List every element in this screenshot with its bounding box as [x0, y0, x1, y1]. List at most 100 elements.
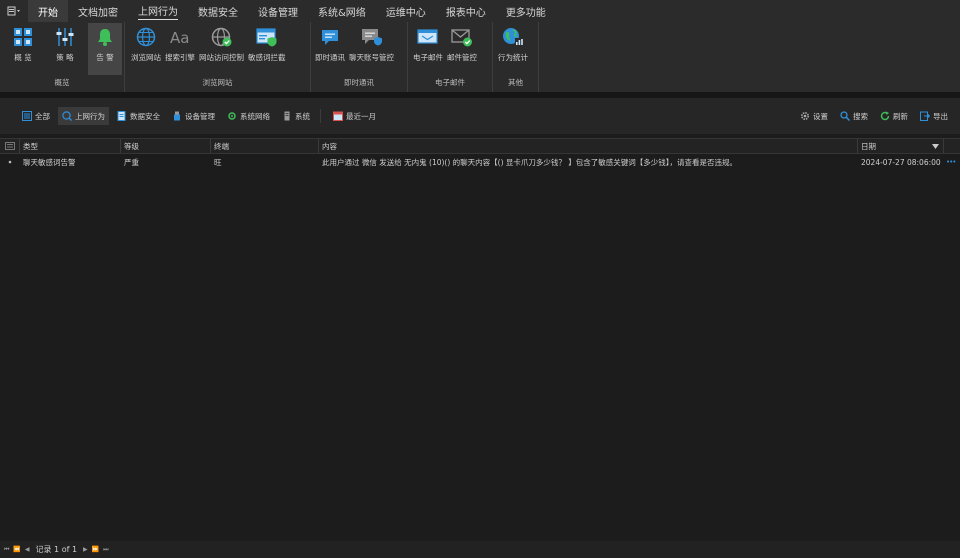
app-menu-button[interactable]: [0, 0, 28, 22]
globe-icon: [136, 27, 156, 47]
column-header-level[interactable]: 等级: [121, 139, 211, 153]
tab-data-security[interactable]: 数据安全: [188, 0, 248, 22]
tab-report-center[interactable]: 报表中心: [436, 0, 496, 22]
alert-button[interactable]: 告 警: [88, 23, 122, 75]
ribbon-group-other: 行为统计 其他: [493, 22, 539, 92]
gear-icon: [800, 111, 810, 121]
group-label-other: 其他: [508, 78, 523, 87]
pager: ⏮ ⏪ ◀ 记录 1 of 1 ▶ ⏩ ⏭: [0, 541, 960, 558]
font-aa-icon: Aa: [170, 29, 189, 47]
behavior-stats-button[interactable]: 行为统计: [496, 23, 530, 75]
tab-more-features[interactable]: 更多功能: [496, 0, 556, 22]
ribbon-group-im: 即时通讯 聊天账号管控 即时通讯: [311, 22, 408, 92]
filter-system-network-label: 系统网络: [240, 111, 270, 121]
filter-data-security-button[interactable]: 数据安全: [113, 107, 164, 125]
group-label-email: 电子邮件: [435, 78, 465, 87]
refresh-button[interactable]: 刷新: [876, 107, 912, 125]
time-range-button[interactable]: 最近一月: [329, 107, 380, 125]
menu-bar: 开始 文档加密 上网行为 数据安全 设备管理 系统&网络 运维中心 报表中心 更…: [0, 0, 960, 22]
row-bullet: [0, 154, 20, 170]
tab-web-behavior[interactable]: 上网行为: [128, 0, 188, 22]
prev-page-icon[interactable]: ◀: [25, 546, 30, 553]
search-button[interactable]: 搜索: [836, 107, 872, 125]
instant-messaging-button[interactable]: 即时通讯: [313, 23, 347, 75]
cell-type: 聊天敏感词告警: [23, 157, 76, 167]
time-range-label: 最近一月: [346, 111, 376, 121]
grid-icon: [14, 28, 32, 46]
column-header-content[interactable]: 内容: [319, 139, 858, 153]
sensitive-word-block-button[interactable]: 敏感词拦截: [246, 23, 288, 75]
globe-check-icon: [211, 27, 231, 47]
mail-control-button[interactable]: 邮件管控: [445, 23, 479, 75]
alert-grid: 类型 等级 终端 内容 日期 聊天敏感词告警 严重 旺 此用户通过 微信 发送给…: [0, 138, 960, 538]
group-label-im: 即时通讯: [344, 78, 374, 87]
prev-page-group-icon[interactable]: ⏪: [13, 546, 20, 553]
select-all-icon: [4, 142, 15, 150]
column-header-extra: [944, 139, 960, 153]
cell-terminal: 旺: [214, 157, 222, 167]
chat-account-control-button[interactable]: 聊天账号管控: [347, 23, 396, 75]
search-engine-button[interactable]: Aa 搜索引擎: [163, 23, 197, 75]
row-more-button[interactable]: •••: [944, 154, 960, 170]
first-page-icon[interactable]: ⏮: [4, 546, 9, 554]
tab-doc-encrypt[interactable]: 文档加密: [68, 0, 128, 22]
list-icon: [22, 111, 32, 121]
server-icon: [284, 111, 290, 121]
document-icon: [117, 111, 126, 121]
table-row[interactable]: 聊天敏感词告警 严重 旺 此用户通过 微信 发送给 无内鬼 (10)() 的聊天…: [0, 154, 960, 170]
policy-button[interactable]: 策 略: [50, 23, 80, 75]
email-button[interactable]: 电子邮件: [411, 23, 445, 75]
group-label-overview: 概览: [54, 78, 70, 87]
overview-button[interactable]: 概 览: [8, 23, 38, 75]
export-icon: [920, 111, 930, 121]
browse-web-button[interactable]: 浏览网站: [129, 23, 163, 75]
filter-web-behavior-label: 上网行为: [75, 111, 105, 121]
filter-web-behavior-button[interactable]: 上网行为: [58, 107, 109, 125]
cell-level: 严重: [124, 157, 139, 167]
site-access-control-button[interactable]: 网站访问控制: [197, 23, 246, 75]
refresh-icon: [880, 111, 890, 121]
last-page-icon[interactable]: ⏭: [103, 546, 108, 554]
tab-ops-center[interactable]: 运维中心: [376, 0, 436, 22]
filter-all-button[interactable]: 全部: [18, 107, 54, 125]
app-menu-icon: [7, 6, 20, 16]
column-header-type[interactable]: 类型: [20, 139, 121, 153]
search-engine-label: 搜索引擎: [165, 53, 195, 62]
sliders-icon: [56, 28, 74, 46]
chat-shield-icon: [361, 29, 382, 46]
filter-system-button[interactable]: 系统: [278, 107, 314, 125]
row-dot-icon: [8, 160, 12, 164]
record-count: 记录 1 of 1: [35, 545, 78, 554]
mail-control-label: 邮件管控: [447, 53, 477, 62]
filter-data-security-label: 数据安全: [130, 111, 160, 121]
column-header-date[interactable]: 日期: [858, 139, 944, 153]
tab-device-management[interactable]: 设备管理: [248, 0, 308, 22]
filter-system-network-button[interactable]: 系统网络: [223, 107, 274, 125]
chat-bubble-icon: [322, 30, 338, 45]
filter-device-management-button[interactable]: 设备管理: [168, 107, 219, 125]
header-select-all[interactable]: [0, 139, 20, 153]
instant-messaging-label: 即时通讯: [315, 53, 345, 62]
settings-label: 设置: [813, 111, 828, 121]
column-header-date-label: 日期: [861, 141, 876, 151]
bell-icon: [98, 29, 112, 46]
email-label: 电子邮件: [413, 53, 443, 62]
tab-start[interactable]: 开始: [28, 0, 68, 22]
globe-chart-icon: [503, 28, 523, 46]
alert-label: 告 警: [96, 53, 114, 62]
calendar-icon: [333, 111, 343, 121]
settings-button[interactable]: 设置: [796, 107, 832, 125]
policy-label: 策 略: [56, 53, 74, 62]
column-header-terminal[interactable]: 终端: [211, 139, 319, 153]
export-button[interactable]: 导出: [916, 107, 952, 125]
network-gear-icon: [228, 112, 236, 120]
next-page-icon[interactable]: ▶: [83, 546, 88, 553]
tab-system-network[interactable]: 系统&网络: [308, 0, 376, 22]
behavior-stats-label: 行为统计: [498, 53, 528, 62]
next-page-group-icon[interactable]: ⏩: [92, 546, 99, 553]
sensitive-word-block-label: 敏感词拦截: [248, 53, 286, 62]
svg-text:Aa: Aa: [170, 29, 189, 47]
chat-account-control-label: 聊天账号管控: [349, 53, 394, 62]
filter-toolbar: 全部 上网行为 数据安全 设备管理 系统网络 系统 最近一月 设置 搜索 刷新 …: [0, 98, 960, 134]
ribbon-group-browse: 浏览网站 Aa 搜索引擎 网站访问控制 敏感词拦截 浏览网站: [125, 22, 311, 92]
